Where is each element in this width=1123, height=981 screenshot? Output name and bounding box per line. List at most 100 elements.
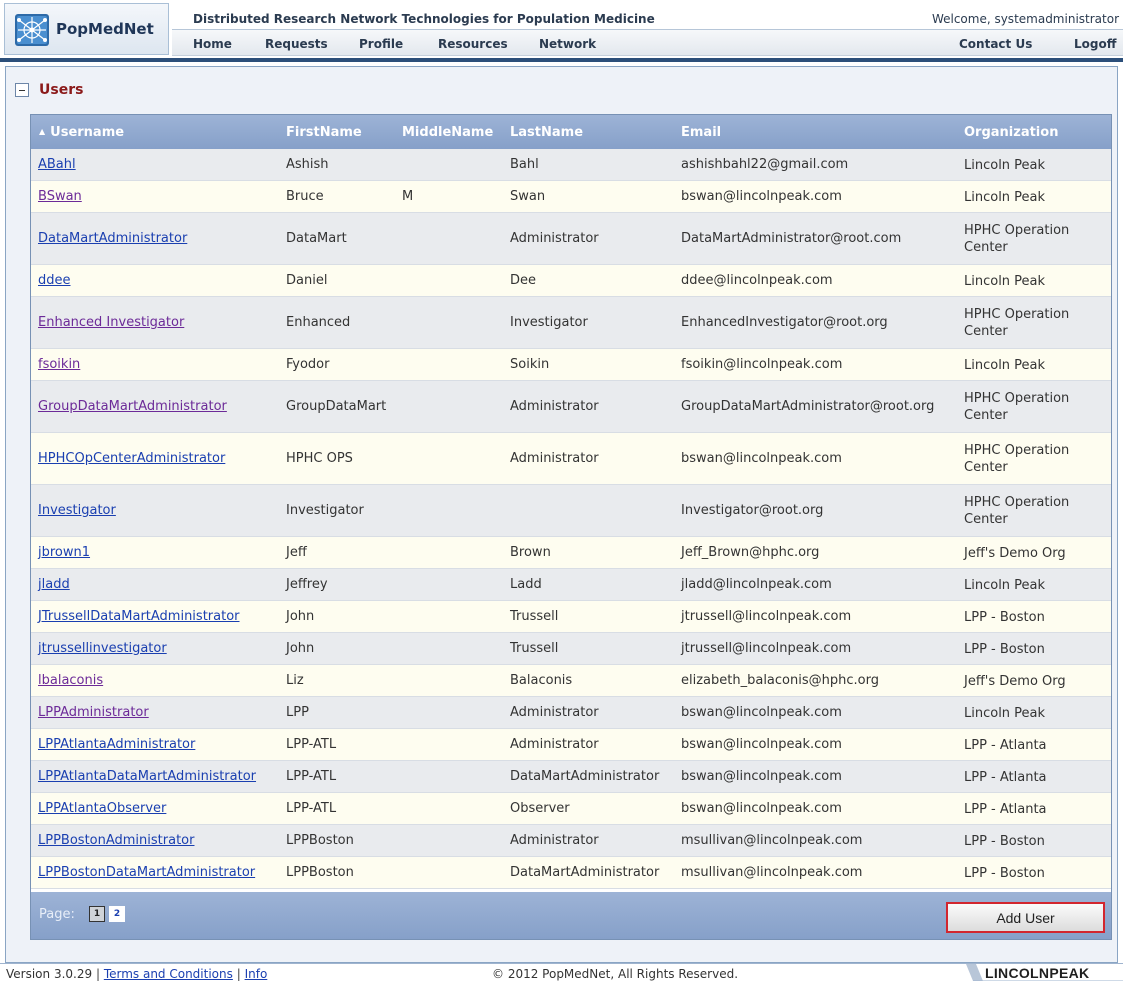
cell-username[interactable]: Investigator <box>38 503 116 518</box>
column-header-email[interactable]: Email <box>681 125 721 140</box>
cell-lastname: Administrator <box>510 399 599 414</box>
main-nav: Home Requests Profile Resources Network … <box>172 30 1123 56</box>
section-title: Users <box>39 82 84 98</box>
page-button-1[interactable]: 1 <box>89 906 105 922</box>
cell-username[interactable]: LPPAtlantaAdministrator <box>38 737 195 752</box>
cell-email: bswan@lincolnpeak.com <box>681 189 842 204</box>
cell-firstname: LPPBoston <box>286 833 354 848</box>
cell-firstname: Fyodor <box>286 357 330 372</box>
nav-home[interactable]: Home <box>193 37 232 51</box>
column-header-organization[interactable]: Organization <box>964 125 1058 140</box>
cell-organization: LPP - Boston <box>964 866 1045 881</box>
table-row: BSwan Bruce M Swan bswan@lincolnpeak.com Linc… <box>31 181 1111 213</box>
terms-link[interactable]: Terms and Conditions <box>104 967 233 981</box>
nav-logoff[interactable]: Logoff <box>1074 37 1116 51</box>
logo[interactable]: PopMedNet <box>4 3 169 55</box>
cell-username[interactable]: LPPAdministrator <box>38 705 149 720</box>
table-row: jladd Jeffrey Ladd jladd@lincolnpeak.com Lin… <box>31 569 1111 601</box>
cell-lastname: Administrator <box>510 451 599 466</box>
cell-username[interactable]: jbrown1 <box>38 545 90 560</box>
cell-username[interactable]: DataMartAdministrator <box>38 231 187 246</box>
nav-profile[interactable]: Profile <box>359 37 403 51</box>
cell-username[interactable]: lbalaconis <box>38 673 103 688</box>
cell-firstname: LPP-ATL <box>286 801 337 816</box>
cell-firstname: DataMart <box>286 231 347 246</box>
table-row: LPPBostonAdministrator LPPBoston Administr… <box>31 825 1111 857</box>
nav-requests[interactable]: Requests <box>265 37 328 51</box>
cell-middlename: M <box>402 189 414 204</box>
cell-firstname: LPP-ATL <box>286 737 337 752</box>
table-row: LPPAtlantaDataMartAdministrator LPP-ATL Da… <box>31 761 1111 793</box>
column-header-username[interactable]: ▲ Username <box>39 125 124 140</box>
table-row: fsoikin Fyodor Soikin fsoikin@lincolnpeak.c… <box>31 349 1111 381</box>
cell-username[interactable]: LPPAtlantaObserver <box>38 801 166 816</box>
cell-firstname: Daniel <box>286 273 328 288</box>
cell-username[interactable]: GroupDataMartAdministrator <box>38 399 227 414</box>
cell-username[interactable]: ddee <box>38 273 71 288</box>
column-header-firstname[interactable]: FirstName <box>286 125 362 140</box>
table-row: Investigator Investigator Investigator@roo… <box>31 485 1111 537</box>
cell-email: msullivan@lincolnpeak.com <box>681 865 863 880</box>
cell-organization: LPP - Atlanta <box>964 738 1047 753</box>
cell-organization: HPHC Operation Center <box>964 443 1070 475</box>
page-button-2[interactable]: 2 <box>109 906 125 922</box>
brand-text: LINCOLNPEAK <box>985 965 1090 981</box>
table-row: LPPBostonDataMartAdministrator LPPBoston D… <box>31 857 1111 889</box>
cell-username[interactable]: LPPBostonAdministrator <box>38 833 194 848</box>
cell-lastname: Administrator <box>510 833 599 848</box>
cell-organization: Jeff's Demo Org <box>964 546 1066 561</box>
cell-email: elizabeth_balaconis@hphc.org <box>681 673 879 688</box>
cell-organization: Jeff's Demo Org <box>964 674 1066 689</box>
cell-email: EnhancedInvestigator@root.org <box>681 315 888 330</box>
cell-lastname: Administrator <box>510 737 599 752</box>
add-user-button[interactable]: Add User <box>946 902 1105 933</box>
footer-separator: | <box>95 967 100 981</box>
cell-username[interactable]: ABahl <box>38 157 76 172</box>
cell-lastname: Trussell <box>510 641 559 656</box>
column-header-middlename[interactable]: MiddleName <box>402 125 493 140</box>
cell-firstname: LPP-ATL <box>286 769 337 784</box>
cell-email: ddee@lincolnpeak.com <box>681 273 833 288</box>
cell-username[interactable]: LPPBostonDataMartAdministrator <box>38 865 255 880</box>
cell-organization: LPP - Boston <box>964 610 1045 625</box>
table-row: ddee Daniel Dee ddee@lincolnpeak.com Lincoln… <box>31 265 1111 297</box>
cell-email: bswan@lincolnpeak.com <box>681 737 842 752</box>
cell-lastname: DataMartAdministrator <box>510 769 660 784</box>
cell-email: Investigator@root.org <box>681 503 824 518</box>
info-link[interactable]: Info <box>245 967 268 981</box>
column-header-lastname[interactable]: LastName <box>510 125 583 140</box>
footer-links: Version 3.0.29 | Terms and Conditions | … <box>6 967 267 981</box>
nav-network[interactable]: Network <box>539 37 596 51</box>
cell-lastname: DataMartAdministrator <box>510 865 660 880</box>
table-row: LPPAtlantaAdministrator LPP-ATL Administra… <box>31 729 1111 761</box>
cell-email: bswan@lincolnpeak.com <box>681 705 842 720</box>
cell-firstname: Enhanced <box>286 315 351 330</box>
cell-firstname: John <box>286 641 315 656</box>
cell-username[interactable]: JTrussellDataMartAdministrator <box>38 609 240 624</box>
grid-footer: Page: 1 2 Add User <box>31 892 1111 939</box>
cell-organization: Lincoln Peak <box>964 358 1046 373</box>
cell-username[interactable]: LPPAtlantaDataMartAdministrator <box>38 769 256 784</box>
cell-username[interactable]: jladd <box>38 577 70 592</box>
cell-organization: LPP - Boston <box>964 834 1045 849</box>
network-globe-icon <box>15 14 49 46</box>
nav-resources[interactable]: Resources <box>438 37 508 51</box>
minus-square-icon[interactable] <box>15 83 29 97</box>
cell-firstname: LPP <box>286 705 309 720</box>
users-grid: ▲ Username FirstName MiddleName LastName … <box>30 114 1112 940</box>
cell-email: msullivan@lincolnpeak.com <box>681 833 863 848</box>
nav-contact-us[interactable]: Contact Us <box>959 37 1032 51</box>
cell-username[interactable]: fsoikin <box>38 357 80 372</box>
cell-username[interactable]: Enhanced Investigator <box>38 315 184 330</box>
cell-lastname: Bahl <box>510 157 539 172</box>
cell-email: Jeff_Brown@hphc.org <box>681 545 820 560</box>
cell-username[interactable]: HPHCOpCenterAdministrator <box>38 451 225 466</box>
cell-organization: HPHC Operation Center <box>964 391 1070 423</box>
cell-username[interactable]: BSwan <box>38 189 82 204</box>
table-row: lbalaconis Liz Balaconis elizabeth_balaconi… <box>31 665 1111 697</box>
cell-lastname: Brown <box>510 545 551 560</box>
cell-email: bswan@lincolnpeak.com <box>681 769 842 784</box>
cell-username[interactable]: jtrussellinvestigator <box>38 641 167 656</box>
cell-firstname: Ashish <box>286 157 329 172</box>
header-title-bar: Distributed Research Network Technologie… <box>172 8 1123 30</box>
